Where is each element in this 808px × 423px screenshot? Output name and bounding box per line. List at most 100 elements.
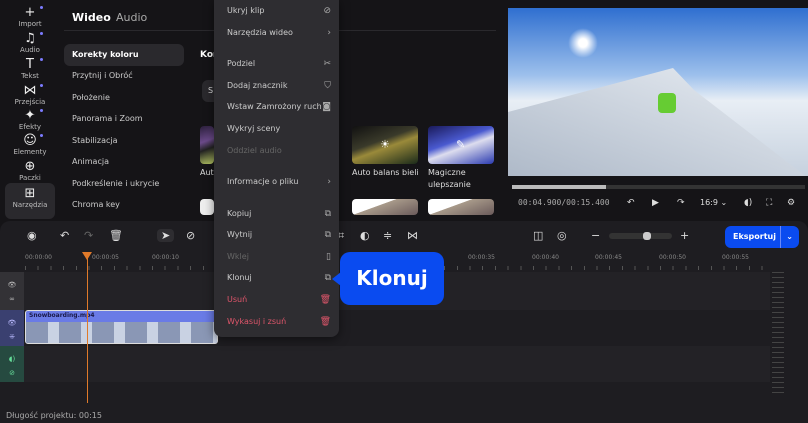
magic-wand-icon: ✎ xyxy=(456,138,466,151)
chevron-right-icon: › xyxy=(327,28,331,38)
video-clip[interactable]: Snowboarding.mp4 xyxy=(25,310,218,344)
rewind-icon[interactable]: ↶ xyxy=(627,198,635,208)
category-crop[interactable]: Przytnij i Obróć xyxy=(64,65,184,87)
label: Audio xyxy=(20,46,40,54)
fullscreen-icon[interactable]: ⛶ xyxy=(766,198,772,208)
color-icon[interactable]: ◎ xyxy=(557,229,567,242)
zoom-out-icon[interactable]: − xyxy=(591,229,600,242)
contrast-icon[interactable]: ◐ xyxy=(360,229,370,242)
speaker-icon[interactable]: ◖) xyxy=(0,352,24,366)
menu-item-file-info[interactable]: Informacje o pliku › xyxy=(227,175,331,189)
audio-detach-icon[interactable]: ◫ xyxy=(533,229,543,242)
marker-icon: ⛉ xyxy=(324,81,331,91)
link-icon[interactable]: ∞ xyxy=(0,292,24,306)
text-icon: T xyxy=(26,57,34,72)
menu-item-paste[interactable]: Wklej ▯ xyxy=(227,250,331,264)
menu-item-delete[interactable]: Usuń 🗑 xyxy=(227,293,331,307)
label: Paczki xyxy=(19,174,41,182)
export-button[interactable]: Eksportuj ⌄ xyxy=(725,226,799,248)
playhead[interactable] xyxy=(87,253,88,403)
zoom-slider[interactable] xyxy=(609,232,672,240)
preset-label: Auto xyxy=(200,168,214,177)
record-icon[interactable]: ◉ xyxy=(27,229,37,242)
menu-item-hide-clip[interactable]: Ukryj klip ⊘ xyxy=(227,4,331,18)
snowboarder xyxy=(658,93,676,113)
track-audio: ◖) ⊘ xyxy=(0,346,770,382)
aspect-value: 16:9 xyxy=(700,198,718,207)
plus-icon: + xyxy=(24,5,36,20)
menu-item-freeze-frame[interactable]: Wstaw Zamrożony ruch ◙ xyxy=(227,100,331,114)
category-position[interactable]: Położenie xyxy=(64,87,184,109)
settings-gear-icon[interactable]: ⚙ xyxy=(787,198,795,208)
clone-icon: ⧉ xyxy=(324,273,331,283)
menu-item-add-marker[interactable]: Dodaj znacznik ⛉ xyxy=(227,79,331,93)
clip-name: Snowboarding.mp4 xyxy=(29,312,95,319)
clone-callout: Klonuj xyxy=(332,252,444,305)
select-tool-icon[interactable]: ➤ xyxy=(157,229,175,242)
menu-item-split[interactable]: Podziel ✂ xyxy=(227,57,331,71)
undo-icon[interactable]: ↶ xyxy=(60,229,69,242)
menu-item-video-tools[interactable]: Narzędzia wideo › xyxy=(227,26,331,40)
smiley-icon: ☺ xyxy=(23,133,37,148)
transition-icon[interactable]: ⋈ xyxy=(407,229,418,242)
project-length: Długość projektu: 00:15 xyxy=(6,411,102,420)
ruler-label: 00:00:10 xyxy=(152,254,179,261)
sparkle-icon: ✦ xyxy=(24,108,36,123)
zoom-in-icon[interactable]: + xyxy=(680,229,689,242)
time-readout: 00:04.900/00:15.400 xyxy=(518,198,610,207)
playback-progress-fill xyxy=(512,185,606,189)
tab-audio[interactable]: Audio xyxy=(116,11,147,24)
tools-grid-icon: ⊞ xyxy=(24,186,36,201)
ruler-label: 00:00:35 xyxy=(468,254,495,261)
label: Import xyxy=(18,20,42,28)
label: Tekst xyxy=(21,72,39,80)
forward-icon[interactable]: ↷ xyxy=(677,198,685,208)
export-dropdown-icon[interactable]: ⌄ xyxy=(780,226,793,248)
volume-icon[interactable]: ◖) xyxy=(744,198,752,208)
menu-item-detach-audio[interactable]: Oddziel audio xyxy=(227,144,331,158)
razor-tool-icon[interactable]: ⊘ xyxy=(186,229,195,242)
preset-thumb-auto[interactable] xyxy=(200,126,214,164)
track-header: 👁 ∞ xyxy=(0,272,24,310)
sidebar-item-tools[interactable]: ⊞ Narzędzia xyxy=(5,183,55,219)
music-icon: ♫ xyxy=(24,31,36,46)
layers-icon[interactable]: ⁜ xyxy=(0,330,24,344)
redo-icon[interactable]: ↷ xyxy=(84,229,93,242)
eye-off-icon: ⊘ xyxy=(323,6,331,16)
playhead-handle[interactable] xyxy=(82,252,92,260)
zoom-slider-handle[interactable] xyxy=(643,232,651,240)
ruler-label: 00:00:40 xyxy=(532,254,559,261)
left-sidebar: + Import ♫ Audio T Tekst ⋈ Przejścia ✦ Efekty… xyxy=(0,0,58,220)
video-preview xyxy=(508,8,808,176)
aspect-select[interactable]: 16:9 ⌄ xyxy=(700,198,727,207)
menu-item-cut[interactable]: Wytnij ⧉ xyxy=(227,228,331,242)
category-animation[interactable]: Animacja xyxy=(64,151,184,173)
ruler-label: 00:00:50 xyxy=(659,254,686,261)
menu-item-copy[interactable]: Kopiuj ⧉ xyxy=(227,207,331,221)
trash-icon[interactable]: 🗑 xyxy=(109,229,123,242)
category-chroma[interactable]: Chroma key xyxy=(64,194,184,216)
category-stabilization[interactable]: Stabilizacja xyxy=(64,130,184,152)
clipboard-icon: ▯ xyxy=(326,252,331,262)
preset-label: Magiczne ulepszanie xyxy=(428,168,471,189)
preset-thumb-magic[interactable]: ✎ xyxy=(428,126,494,164)
preset-thumb-white-balance[interactable]: ☀ xyxy=(352,126,418,164)
play-icon[interactable]: ▶ xyxy=(652,198,659,208)
menu-item-ripple-delete[interactable]: Wykasuj i zsuń 🗑 xyxy=(227,315,331,329)
category-highlight[interactable]: Podkreślenie i ukrycie xyxy=(64,173,184,195)
menu-item-detect-scenes[interactable]: Wykryj sceny xyxy=(227,122,331,136)
category-pan-zoom[interactable]: Panorama i Zoom xyxy=(64,108,184,130)
eye-icon[interactable]: 👁 xyxy=(0,316,24,330)
transition-icon: ⋈ xyxy=(23,83,37,98)
adjust-icon[interactable]: ≑ xyxy=(383,229,392,242)
ruler-label: 00:00:55 xyxy=(722,254,749,261)
audio-meter xyxy=(772,272,784,397)
tab-video[interactable]: Wideo xyxy=(72,11,111,24)
export-label: Eksportuj xyxy=(733,232,776,241)
category-color[interactable]: Korekty koloru xyxy=(64,44,184,66)
ruler-label: 00:00:05 xyxy=(92,254,119,261)
eye-icon[interactable]: 👁 xyxy=(0,278,24,292)
unlink-icon[interactable]: ⊘ xyxy=(0,366,24,380)
snow-slope xyxy=(508,68,808,176)
menu-item-clone[interactable]: Klonuj ⧉ xyxy=(227,271,331,285)
